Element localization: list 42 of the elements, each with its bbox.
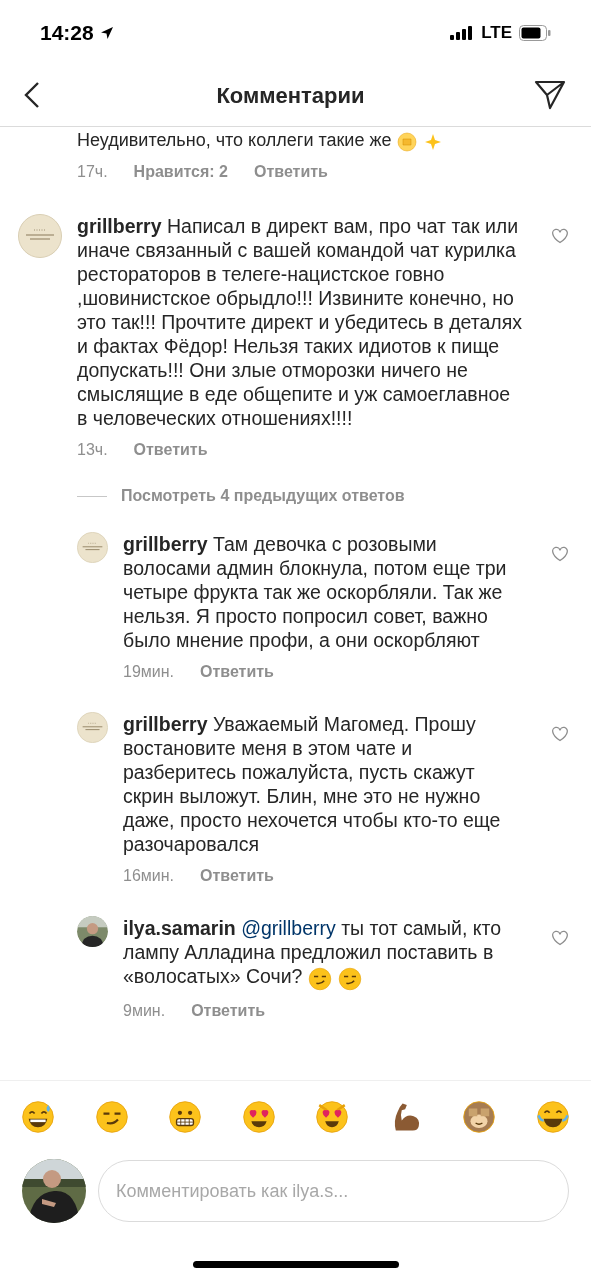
like-heart-icon[interactable]	[551, 228, 569, 245]
comment-input-field[interactable]: Комментировать как ilya.s...	[98, 1160, 569, 1222]
comment-text: ilya.samarin @grillberry ты тот самый, кто лампу Алладина предложил поставить в «волосатых» Сочи?	[123, 916, 536, 992]
location-arrow-icon	[99, 26, 114, 40]
comment-time: 19мин.	[123, 662, 174, 683]
comment-time: 13ч.	[77, 440, 108, 461]
like-heart-icon[interactable]	[551, 546, 569, 563]
comment-text: grillberry Написал в директ вам, про чат так или иначе связанный с вашей командой чат курилка рестораторов в телеге-нацистское говно ,шовинистское обрыдло!!! Извините конечно, но это так!!! Прочтите директ и убедитесь в деталях и фактах Фёдор! Нельзя таких идиотов к пище допускать!!! Они злые отморозки ничего не смыслящие в еде общепите и уж самоеглавное в человеческих отношениях!!!!	[77, 214, 523, 431]
comment-text: grillberry Там девочка с розовыми волосами админ блокнула, потом еще три четыре фрукта так же оскорбляли. Так же нельзя. Я просто попросил совет, важно было мнение профи, а они оскорбляют	[123, 532, 508, 653]
like-heart-icon[interactable]	[551, 726, 569, 743]
hearteyes-emoji-icon	[241, 1100, 276, 1134]
network-type: LTE	[481, 22, 512, 45]
reply-link[interactable]: Ответить	[200, 660, 274, 685]
emoji-button[interactable]	[240, 1099, 277, 1135]
comment-text: Неудивительно, что коллеги такие же	[77, 129, 569, 153]
comment-time: 17ч.	[77, 162, 108, 183]
likes-count[interactable]: Нравится: 2	[133, 160, 228, 185]
emoji-button[interactable]	[534, 1099, 571, 1135]
reply-link[interactable]: Ответить	[133, 438, 208, 463]
smirk-emoji-icon	[308, 967, 333, 992]
emoji-button[interactable]	[93, 1099, 130, 1135]
smirk-emoji-icon	[338, 967, 363, 992]
reply-link[interactable]: Ответить	[191, 999, 266, 1024]
page-title: Комментарии	[216, 81, 365, 110]
comment-time: 9мин.	[123, 1001, 166, 1022]
monkey-emoji-icon	[462, 1100, 497, 1134]
like-heart-icon[interactable]	[551, 930, 569, 947]
sweat-emoji-icon	[21, 1100, 55, 1134]
battery-icon	[519, 25, 551, 41]
grimace-emoji-icon	[168, 1100, 203, 1134]
emoji-button[interactable]	[20, 1099, 56, 1135]
comment-text: grillberry Уважаемый Магомед. Прошу востановите меня в этом чате и разберитесь пожалуйста, пусть скажут скрин выложут. Блин, мне это не нужно даже, просто нехочется чтобы кто-то еще разочаровался	[123, 712, 502, 857]
reply-link[interactable]: Ответить	[254, 160, 328, 185]
comment-time: 16мин.	[123, 866, 174, 887]
signal-icon	[450, 26, 475, 40]
emoji-button[interactable]	[167, 1099, 204, 1135]
joy-emoji-icon	[535, 1100, 570, 1134]
smirk-emoji-icon	[94, 1100, 129, 1134]
send-button[interactable]	[533, 78, 567, 112]
view-replies-link[interactable]: Посмотреть 4 предыдущих ответов	[121, 484, 405, 509]
reply-link[interactable]: Ответить	[200, 864, 274, 889]
clock-time: 14:28	[40, 20, 94, 47]
